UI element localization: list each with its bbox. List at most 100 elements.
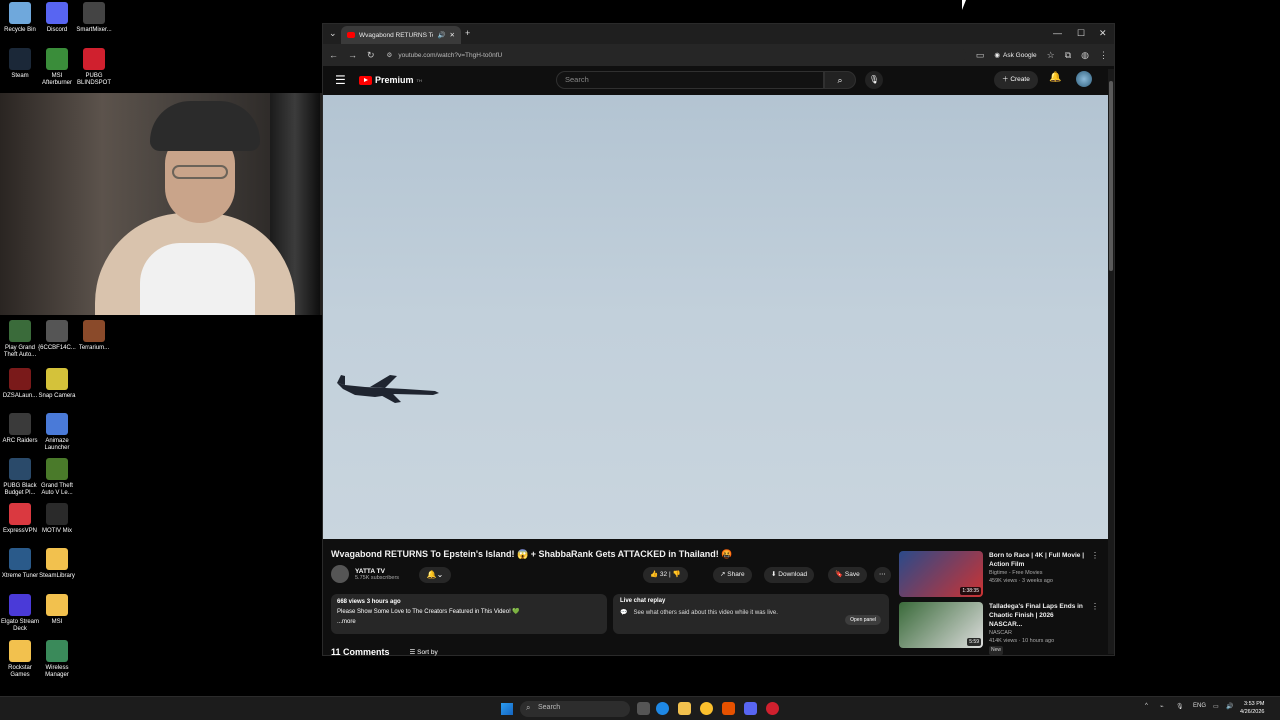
extensions-icon[interactable]: ⧉ bbox=[1065, 50, 1071, 61]
notifications-bell-icon[interactable]: 🔔 bbox=[1049, 72, 1061, 83]
search-icon: ⌕ bbox=[526, 703, 531, 712]
desktop-icon[interactable]: Play Grand Theft Auto... bbox=[0, 320, 40, 359]
audio-icon[interactable]: 🔊 bbox=[437, 31, 445, 39]
channel-info[interactable]: YATTA TV 5.75K subscribers bbox=[331, 565, 399, 583]
address-bar[interactable]: ⚙ youtube.com/watch?v=ThgH-to0nfU bbox=[384, 48, 966, 62]
chrome-icon[interactable] bbox=[700, 702, 713, 715]
ask-google-button[interactable]: ◉ Ask Google bbox=[994, 51, 1036, 60]
desktop-icon[interactable]: PUBG Black Budget Pl... bbox=[0, 458, 40, 497]
open-panel-button[interactable]: Open panel bbox=[845, 615, 881, 625]
app-icon[interactable] bbox=[722, 702, 735, 715]
close-window-button[interactable]: ✕ bbox=[1099, 28, 1107, 39]
desktop-icon[interactable]: Snap Camera bbox=[37, 368, 77, 400]
desktop-app-icon bbox=[46, 594, 68, 616]
tab-search-chevron-icon[interactable]: ⌄ bbox=[329, 28, 337, 39]
taskbar-search[interactable]: ⌕ Search bbox=[520, 701, 630, 717]
url-text: youtube.com/watch?v=ThgH-to0nfU bbox=[398, 51, 503, 59]
channel-name[interactable]: YATTA TV bbox=[355, 568, 399, 575]
desktop-icon[interactable]: Grand Theft Auto V Le... bbox=[37, 458, 77, 497]
page-scrollbar[interactable] bbox=[1108, 69, 1114, 654]
tab-close-icon[interactable]: ✕ bbox=[450, 31, 455, 39]
webcam-overlay bbox=[0, 93, 340, 315]
desktop-icon[interactable]: ExpressVPN bbox=[0, 503, 40, 535]
start-button-icon[interactable] bbox=[501, 703, 513, 715]
like-count: 32 bbox=[659, 571, 668, 578]
hamburger-menu-icon[interactable]: ☰ bbox=[335, 73, 353, 87]
voice-search-icon[interactable]: 🎙 bbox=[865, 71, 883, 89]
share-button[interactable]: ↗ Share bbox=[713, 567, 752, 583]
recommendation-more-icon[interactable]: ⋮ bbox=[1091, 551, 1099, 599]
desktop-icon[interactable]: Discord bbox=[37, 2, 77, 34]
tab-youtube[interactable]: Wvagabond RETURNS To E... 🔊 ✕ bbox=[341, 26, 461, 44]
create-button[interactable]: ＋ Create bbox=[994, 71, 1038, 89]
new-tab-button[interactable]: + bbox=[465, 28, 470, 38]
discord-taskbar-icon[interactable] bbox=[744, 702, 757, 715]
file-explorer-icon[interactable] bbox=[678, 702, 691, 715]
desktop-icon[interactable]: ARC Raiders bbox=[0, 413, 40, 445]
description-box[interactable]: 668 views 3 hours ago Please Show Some L… bbox=[331, 594, 607, 634]
bookmark-star-icon[interactable]: ☆ bbox=[1047, 50, 1055, 61]
youtube-logo[interactable]: Premium TH bbox=[359, 75, 422, 85]
subscriber-count: 5.75K subscribers bbox=[355, 574, 400, 581]
reload-icon[interactable]: ↻ bbox=[367, 50, 375, 61]
description-more-link[interactable]: ...more bbox=[337, 617, 601, 627]
tray-expand-icon[interactable]: ^ bbox=[1145, 703, 1148, 709]
desktop-icon[interactable]: Steam bbox=[0, 48, 40, 80]
desktop-icon[interactable]: Animaze Launcher bbox=[37, 413, 77, 452]
volume-icon[interactable]: 🔊 bbox=[1226, 703, 1233, 710]
clock[interactable]: 3:53 PM 4/26/2026 bbox=[1240, 700, 1264, 716]
recommendation-item[interactable]: 5:59 Talladega's Final Laps Ends in Chao… bbox=[899, 602, 1099, 655]
recommendation-title[interactable]: Talladega's Final Laps Ends in Chaotic F… bbox=[989, 602, 1085, 629]
back-icon[interactable]: ← bbox=[329, 50, 338, 60]
recommendation-item[interactable]: 1:38:35 Born to Race | 4K | Full Movie |… bbox=[899, 551, 1099, 599]
account-avatar[interactable] bbox=[1076, 71, 1092, 87]
desktop-icon[interactable]: Recycle Bin bbox=[0, 2, 40, 34]
desktop-icon[interactable]: Rockstar Games bbox=[0, 640, 40, 679]
edge-icon[interactable] bbox=[656, 702, 669, 715]
profile-icon[interactable]: ◍ bbox=[1081, 50, 1089, 61]
recommendation-thumbnail[interactable]: 1:38:35 bbox=[899, 551, 983, 597]
language-indicator[interactable]: ENG bbox=[1193, 703, 1206, 709]
mic-icon[interactable]: 🎙 bbox=[1176, 703, 1184, 710]
search-input[interactable]: Search bbox=[556, 71, 824, 89]
save-button[interactable]: 🔖 Save bbox=[828, 567, 867, 583]
desktop-app-icon bbox=[46, 2, 68, 24]
recommendation-more-icon[interactable]: ⋮ bbox=[1091, 602, 1099, 650]
desktop-icon[interactable]: DZSALaun... bbox=[0, 368, 40, 400]
desktop-icon[interactable]: {6CCBF14C... bbox=[37, 320, 77, 352]
like-button[interactable]: 👍 32 | 👎 bbox=[643, 567, 688, 583]
video-player[interactable] bbox=[323, 95, 1109, 539]
pubg-taskbar-icon[interactable] bbox=[766, 702, 779, 715]
site-info-icon[interactable]: ⚙ bbox=[387, 51, 393, 59]
desktop-icon[interactable]: SteamLibrary bbox=[37, 548, 77, 580]
maximize-button[interactable]: ☐ bbox=[1077, 28, 1085, 39]
desktop-icon[interactable]: SmartMixer... bbox=[74, 2, 114, 34]
channel-avatar[interactable] bbox=[331, 565, 349, 583]
network-icon[interactable]: ⌁ bbox=[1160, 703, 1164, 710]
menu-kebab-icon[interactable]: ⋮ bbox=[1099, 50, 1108, 61]
desktop-icon[interactable]: Terrarium... bbox=[74, 320, 114, 352]
desktop-icon[interactable]: MSI Afterburner bbox=[37, 48, 77, 87]
more-actions-icon[interactable]: ⋯ bbox=[874, 567, 891, 583]
scrollbar-thumb[interactable] bbox=[1109, 81, 1113, 271]
desktop-icon[interactable]: Elgato Stream Deck bbox=[0, 594, 40, 633]
recommendation-title[interactable]: Born to Race | 4K | Full Movie | Action … bbox=[989, 551, 1085, 569]
task-view-icon[interactable] bbox=[637, 702, 650, 715]
recommendation-thumbnail[interactable]: 5:59 bbox=[899, 602, 983, 648]
sort-by-button[interactable]: ☰ Sort by bbox=[410, 648, 438, 656]
desktop-app-icon bbox=[9, 548, 31, 570]
subscribe-bell-button[interactable]: 🔔⌄ bbox=[419, 567, 451, 583]
cast-icon[interactable]: ▭ bbox=[976, 50, 985, 61]
forward-icon[interactable]: → bbox=[348, 50, 357, 60]
display-icon[interactable]: ▭ bbox=[1213, 703, 1219, 710]
search-button[interactable]: ⌕ bbox=[824, 71, 856, 89]
desktop-icon-label: Steam bbox=[11, 73, 29, 79]
desktop-icon[interactable]: Wireless Manager bbox=[37, 640, 77, 679]
download-button[interactable]: ⬇ Download bbox=[764, 567, 815, 583]
desktop-icon[interactable]: MOTIV Mix bbox=[37, 503, 77, 535]
desktop-icon[interactable]: Xtreme Tuner bbox=[0, 548, 40, 580]
minimize-button[interactable]: — bbox=[1053, 28, 1062, 38]
desktop-icon[interactable]: PUBG BLINDSPOT bbox=[74, 48, 114, 87]
desktop-icon-label: ARC Raiders bbox=[2, 438, 38, 444]
desktop-icon[interactable]: MSI bbox=[37, 594, 77, 626]
